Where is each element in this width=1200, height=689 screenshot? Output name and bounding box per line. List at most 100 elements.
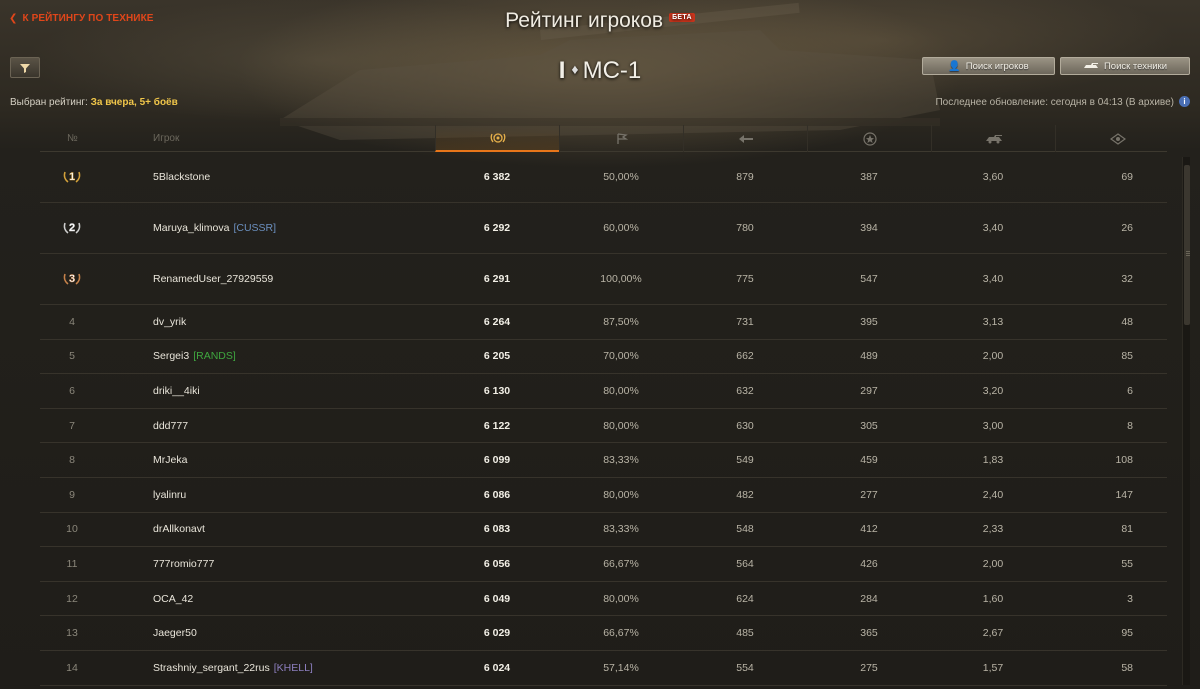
table-row[interactable]: 12 OCA_42 6 049 80,00% 624 284 1,60 3 — [40, 582, 1167, 617]
frags-cell: 3,13 — [982, 315, 1004, 328]
table-body: 1 5Blackstone 6 382 50,00% 879 387 3,60 69 2 Maru… — [40, 152, 1167, 686]
table-row[interactable]: 1 5Blackstone 6 382 50,00% 879 387 3,60 69 — [40, 152, 1167, 203]
spotted-cell: 108 — [1115, 454, 1133, 467]
xp-cell: 395 — [860, 315, 878, 328]
rank-number: 13 — [66, 627, 78, 640]
xp-cell: 277 — [860, 488, 878, 501]
frags-cell: 2,33 — [982, 523, 1004, 536]
rating-cell: 6 130 — [483, 384, 511, 397]
table-row[interactable]: 2 Maruya_klimova [CUSSR] 6 292 60,00% 780 394 3… — [40, 203, 1167, 254]
rank-number: 4 — [69, 315, 75, 328]
wins-cell: 57,14% — [603, 661, 639, 674]
xp-cell: 275 — [860, 661, 878, 674]
player-name-link[interactable]: Strashniy_sergant_22rus — [153, 662, 270, 674]
table-row[interactable]: 3 RenamedUser_27929559 6 291 100,00% 775 547 3… — [40, 254, 1167, 305]
player-name-link[interactable]: lyalinru — [153, 489, 186, 501]
table-row[interactable]: 5 Sergei3 [RANDS] 6 205 70,00% 662 489 2,00 85 — [40, 340, 1167, 375]
search-vehicles-button[interactable]: Поиск техники — [1060, 57, 1190, 75]
player-name-link[interactable]: Maruya_klimova — [153, 222, 229, 234]
rank-number: 14 — [66, 661, 78, 674]
scrollbar-thumb[interactable] — [1184, 165, 1190, 325]
wins-cell: 50,00% — [603, 171, 639, 183]
spotted-cell: 147 — [1115, 488, 1133, 501]
frags-cell: 1,83 — [982, 454, 1004, 467]
wins-cell: 80,00% — [603, 419, 639, 432]
wins-cell: 83,33% — [603, 523, 639, 536]
table-row[interactable]: 4 dv_yrik 6 264 87,50% 731 395 3,13 48 — [40, 305, 1167, 340]
column-frags[interactable] — [931, 125, 1055, 152]
last-update-text: Последнее обновление: сегодня в 04:13 (В… — [935, 97, 1174, 108]
wins-cell: 83,33% — [603, 454, 639, 467]
table-row[interactable]: 8 MrJeka 6 099 83,33% 549 459 1,83 108 — [40, 443, 1167, 478]
rank-number: 10 — [66, 523, 78, 536]
clan-tag-link[interactable]: [KHELL] — [274, 662, 313, 674]
table-row[interactable]: 14 Strashniy_sergant_22rus [KHELL] 6 024 57,… — [40, 651, 1167, 686]
wins-cell: 60,00% — [603, 222, 639, 234]
table-header: № Игрок — [40, 125, 1167, 152]
column-xp[interactable] — [807, 125, 931, 152]
damage-cell: 485 — [736, 627, 754, 640]
rank-cell: 7 — [40, 409, 104, 443]
spotted-cell: 26 — [1121, 222, 1133, 234]
svg-text:2: 2 — [69, 222, 75, 234]
rating-cell: 6 264 — [483, 315, 511, 328]
selected-rating: Выбран рейтинг: За вчера, 5+ боёв — [10, 97, 178, 108]
rank-number: 5 — [69, 350, 75, 363]
table-row[interactable]: 9 lyalinru 6 086 80,00% 482 277 2,40 147 — [40, 478, 1167, 513]
column-damage[interactable] — [683, 125, 807, 152]
clan-tag-link[interactable]: [CUSSR] — [233, 222, 276, 234]
player-name-link[interactable]: ddd777 — [153, 420, 188, 432]
vehicle-name: МС-1 — [582, 57, 642, 84]
table-row[interactable]: 7 ddd777 6 122 80,00% 630 305 3,00 8 — [40, 409, 1167, 444]
table-row[interactable]: 11 777romio777 6 056 66,67% 564 426 2,00 55 — [40, 547, 1167, 582]
rank-cell: 9 — [40, 478, 104, 512]
scrollbar-grip — [1186, 251, 1190, 252]
player-cell: dv_yrik — [153, 305, 186, 339]
rank-cell: 4 — [40, 305, 104, 339]
spotted-cell: 6 — [1127, 384, 1133, 397]
wins-cell: 66,67% — [603, 627, 639, 640]
frags-cell: 2,40 — [982, 488, 1004, 501]
table-row[interactable]: 6 driki__4iki 6 130 80,00% 632 297 3,20 6 — [40, 374, 1167, 409]
clan-tag-link[interactable]: [RANDS] — [193, 350, 236, 362]
rank-cell: 6 — [40, 374, 104, 408]
rank-cell: 10 — [40, 513, 104, 547]
player-name-link[interactable]: Sergei3 — [153, 350, 189, 362]
player-cell: driki__4iki — [153, 374, 200, 408]
page-title: Рейтинг игроков БЕТА — [0, 9, 1200, 33]
xp-cell: 547 — [860, 273, 878, 285]
spotted-cell: 81 — [1121, 523, 1133, 536]
xp-cell: 387 — [860, 171, 878, 183]
player-name-link[interactable]: MrJeka — [153, 454, 187, 466]
spotted-cell: 85 — [1121, 350, 1133, 363]
user-icon: 👤 — [948, 60, 961, 72]
selected-rating-value[interactable]: За вчера, 5+ боёв — [91, 97, 178, 108]
column-player[interactable]: Игрок — [153, 125, 179, 152]
player-name-link[interactable]: dv_yrik — [153, 316, 186, 328]
frags-cell: 3,40 — [982, 273, 1004, 285]
player-name-link[interactable]: OCA_42 — [153, 593, 193, 605]
search-vehicles-label: Поиск техники — [1103, 60, 1168, 72]
player-name-link[interactable]: drAllkonavt — [153, 523, 205, 535]
column-wins[interactable] — [559, 125, 683, 152]
frags-cell: 2,00 — [982, 350, 1004, 363]
wins-cell: 66,67% — [603, 557, 639, 570]
player-name-link[interactable]: 777romio777 — [153, 558, 214, 570]
player-name-link[interactable]: 5Blackstone — [153, 171, 210, 183]
player-name-link[interactable]: driki__4iki — [153, 385, 200, 397]
scrollbar[interactable] — [1182, 157, 1190, 685]
damage-cell: 548 — [736, 523, 754, 536]
search-players-label: Поиск игроков — [965, 60, 1029, 72]
info-icon[interactable]: i — [1179, 96, 1190, 107]
player-name-link[interactable]: RenamedUser_27929559 — [153, 273, 273, 285]
rank-cell: 2 — [40, 203, 104, 253]
column-rating[interactable] — [435, 125, 559, 152]
table-row[interactable]: 13 Jaeger50 6 029 66,67% 485 365 2,67 95 — [40, 616, 1167, 651]
table-row[interactable]: 10 drAllkonavt 6 083 83,33% 548 412 2,33 81 — [40, 513, 1167, 548]
frags-cell: 3,00 — [982, 419, 1004, 432]
player-cell: Sergei3 [RANDS] — [153, 340, 236, 374]
column-spotted[interactable] — [1055, 125, 1179, 152]
player-cell: drAllkonavt — [153, 513, 205, 547]
search-players-button[interactable]: 👤 Поиск игроков — [922, 57, 1055, 75]
player-name-link[interactable]: Jaeger50 — [153, 627, 197, 639]
